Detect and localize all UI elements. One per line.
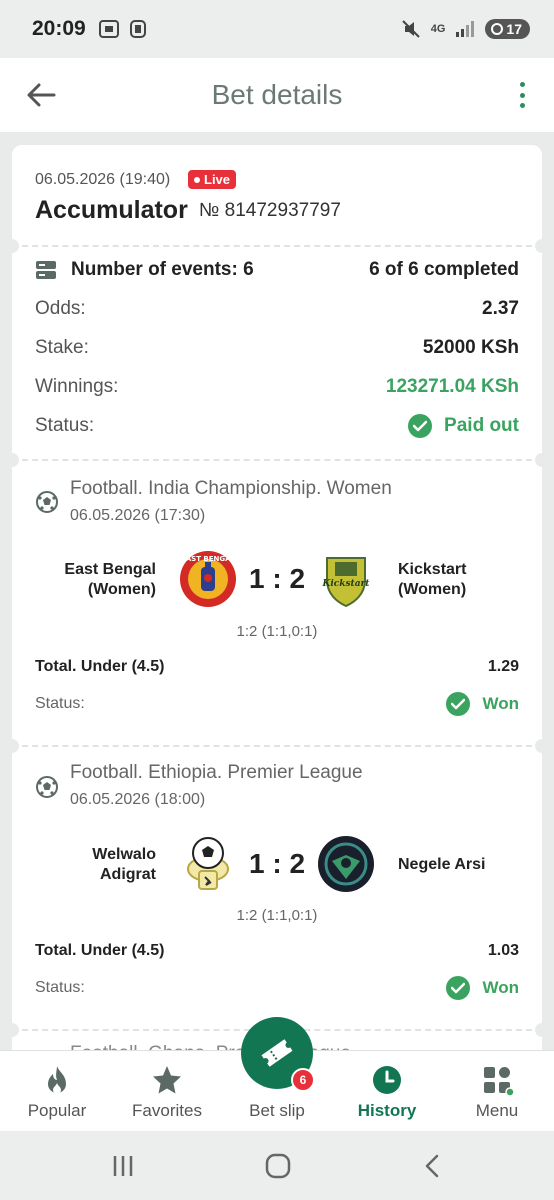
divider xyxy=(12,745,542,747)
market-odds: 1.03 xyxy=(487,942,519,959)
network-type: 4G xyxy=(430,23,446,35)
home-icon[interactable] xyxy=(265,1153,291,1179)
system-navigation-bar xyxy=(0,1131,554,1200)
event-league: Football. India Championship. Women xyxy=(70,478,392,499)
market-name: Total. Under (4.5) xyxy=(35,658,165,675)
recent-apps-icon[interactable] xyxy=(110,1153,136,1179)
battery-level: 17 xyxy=(506,21,522,37)
back-icon[interactable] xyxy=(420,1153,446,1179)
nav-history[interactable]: History xyxy=(332,1051,442,1132)
svg-text:EAST BENGAL: EAST BENGAL xyxy=(181,555,236,563)
stake-row: Stake: 52000 KSh xyxy=(35,337,519,358)
mute-icon xyxy=(402,20,420,38)
grid-menu-icon xyxy=(484,1067,514,1097)
total-odds: 2.37 xyxy=(482,298,519,319)
divider xyxy=(12,459,542,461)
clock-icon xyxy=(373,1066,401,1094)
score-detail: 1:2 (1:1,0:1) xyxy=(236,907,318,924)
app-bar: Bet details xyxy=(0,58,554,132)
event-status-row: Status: Won xyxy=(35,691,519,717)
bet-slip-count-badge: 6 xyxy=(291,1068,315,1092)
signal-icon xyxy=(456,21,475,37)
events-count-row: Number of events: 6 6 of 6 completed xyxy=(35,257,519,283)
status-time: 20:09 xyxy=(32,17,86,40)
divider xyxy=(12,245,542,247)
kickstart-logo: Kickstart xyxy=(322,557,371,608)
record-icon xyxy=(129,20,146,38)
welwalo-adigrat-logo xyxy=(187,837,229,890)
score-detail: 1:2 (1:1,0:1) xyxy=(236,623,318,640)
check-icon xyxy=(446,692,471,716)
east-bengal-logo: EAST BENGAL xyxy=(180,551,236,607)
bet-type: Accumulator xyxy=(35,196,188,224)
home-team: East Bengal (Women) xyxy=(64,561,156,598)
battery-saver-icon xyxy=(491,23,504,35)
event-league: Football. Ethiopia. Premier League xyxy=(70,762,363,783)
event-status-row: Status: Won xyxy=(35,975,519,1001)
more-options-icon[interactable] xyxy=(516,78,528,112)
bet-details-card: 06.05.2026 (19:40) Live Accumulator № 81… xyxy=(12,145,542,1145)
stake-amount: 52000 KSh xyxy=(422,337,519,358)
flame-icon xyxy=(48,1066,66,1094)
bet-status: Paid out xyxy=(444,415,519,436)
away-team: Kickstart (Women) xyxy=(398,561,467,598)
bet-date: 06.05.2026 (19:40) xyxy=(35,171,171,188)
event-date: 06.05.2026 (18:00) xyxy=(70,791,206,808)
market-row: Total. Under (4.5) 1.03 xyxy=(35,942,519,960)
event-status: Won xyxy=(482,978,519,997)
events-completed: 6 of 6 completed xyxy=(369,259,519,280)
live-badge: Live xyxy=(188,170,237,189)
bet-number: № 81472937797 xyxy=(199,200,341,221)
screenshot-icon xyxy=(98,20,119,38)
winnings-row: Winnings: 123271.04 KSh xyxy=(35,376,519,397)
market-odds: 1.29 xyxy=(487,658,519,675)
svg-text:Kickstart: Kickstart xyxy=(322,579,371,589)
event-status: Won xyxy=(482,694,519,713)
event-score: 1 : 2 xyxy=(248,848,306,879)
home-team: Welwalo Adigrat xyxy=(92,846,156,883)
market-name: Total. Under (4.5) xyxy=(35,942,165,959)
winnings-amount: 123271.04 KSh xyxy=(385,376,519,397)
back-arrow-icon[interactable] xyxy=(24,78,58,112)
check-icon xyxy=(408,414,433,438)
nav-popular[interactable]: Popular xyxy=(2,1051,112,1132)
events-list-icon xyxy=(36,261,56,279)
event-score: 1 : 2 xyxy=(248,563,306,594)
market-row: Total. Under (4.5) 1.29 xyxy=(35,658,519,676)
ticket-icon xyxy=(261,1039,293,1067)
nav-menu[interactable]: Menu xyxy=(442,1051,552,1132)
battery-indicator: 17 xyxy=(485,19,530,39)
page-title: Bet details xyxy=(211,79,343,110)
nav-favorites[interactable]: Favorites xyxy=(112,1051,222,1132)
event-date: 06.05.2026 (17:30) xyxy=(70,507,206,524)
star-icon xyxy=(153,1066,181,1094)
football-icon xyxy=(36,491,58,513)
negele-arsi-logo xyxy=(318,836,374,892)
status-row: Status: Paid out xyxy=(35,414,519,438)
odds-row: Odds: 2.37 xyxy=(35,298,519,319)
status-bar: 20:09 4G 17 xyxy=(0,0,554,58)
away-team: Negele Arsi xyxy=(398,856,486,873)
events-count: Number of events: 6 xyxy=(71,259,254,280)
check-icon xyxy=(446,976,471,1000)
football-icon xyxy=(36,776,58,798)
